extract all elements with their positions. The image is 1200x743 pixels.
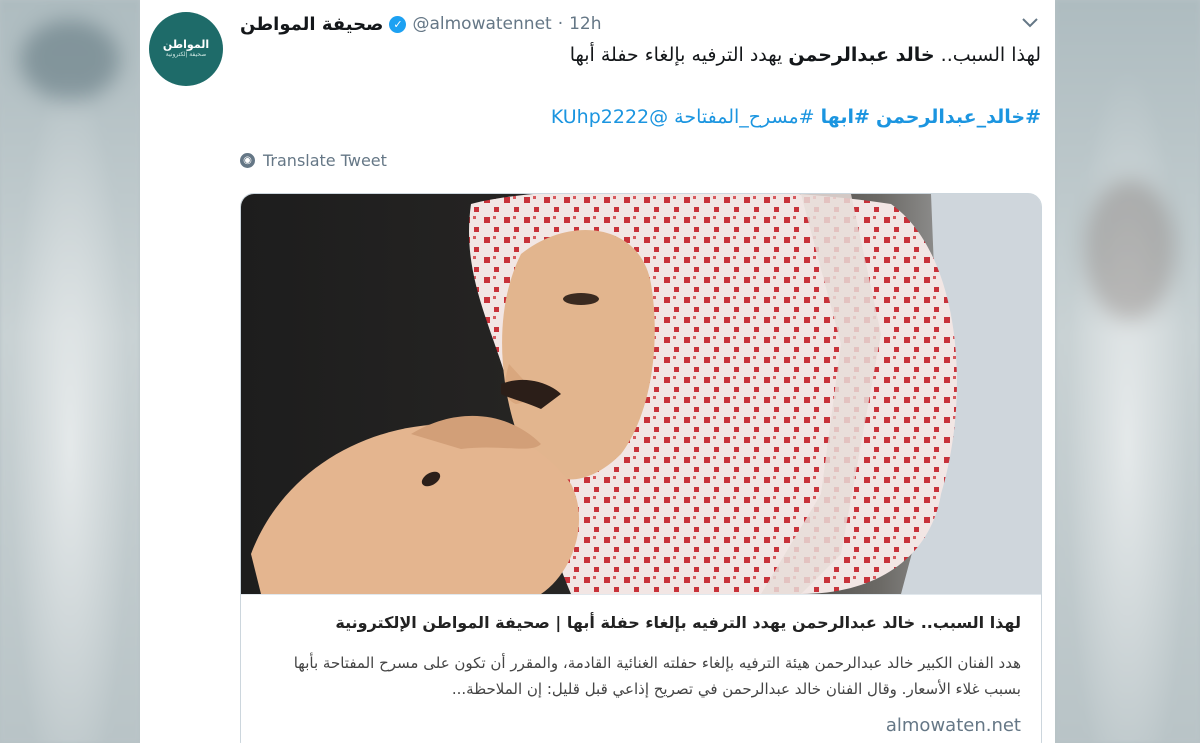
globe-icon: ◉ (240, 153, 255, 168)
tweet-hashtags-line: #خالد_عبدالرحمن #ابها #مسرح_المفتاحة @KU… (551, 106, 1041, 128)
separator: · (557, 14, 564, 34)
hashtag-link[interactable]: #مسرح_المفتاحة (674, 106, 814, 128)
translate-tweet-link[interactable]: ◉ Translate Tweet (240, 151, 387, 170)
link-card-title[interactable]: لهذا السبب.. خالد عبدالرحمن يهدد الترفيه… (335, 613, 1021, 632)
avatar[interactable]: المواطن صحيفة إلكترونية (149, 12, 223, 86)
tweet-text-line-1: لهذا السبب.. خالد عبدالرحمن يهدد الترفيه… (570, 44, 1041, 66)
verified-badge-icon: ✓ (389, 15, 407, 33)
hashtag-link[interactable]: #خالد_عبدالرحمن (876, 106, 1041, 128)
tweet-time[interactable]: 12h (569, 14, 601, 34)
display-name[interactable]: صحيفة المواطن (240, 14, 383, 35)
portrait-photo (241, 194, 1041, 594)
tweet-card[interactable]: المواطن صحيفة إلكترونية صحيفة المواطن ✓ … (140, 0, 1055, 743)
tweet-text-suffix: يهدد الترفيه بإلغاء حفلة أبها (569, 44, 789, 66)
link-card-domain[interactable]: almowaten.net (886, 715, 1021, 736)
tweet-header: صحيفة المواطن ✓ @almowatennet · 12h (240, 10, 1020, 38)
avatar-logo-text: المواطن (162, 38, 210, 51)
mention-link[interactable]: @KUhp2222 (551, 106, 668, 128)
user-handle[interactable]: @almowatennet (412, 14, 551, 34)
translate-label: Translate Tweet (263, 151, 387, 170)
link-card-body: لهذا السبب.. خالد عبدالرحمن يهدد الترفيه… (241, 594, 1041, 743)
chevron-down-icon[interactable] (1019, 12, 1041, 34)
link-card-description: هدد الفنان الكبير خالد عبدالرحمن هيئة ال… (293, 654, 1021, 698)
blurred-background-right (1055, 0, 1200, 743)
hashtag-link[interactable]: #ابها (821, 106, 870, 128)
tweet-text-prefix: لهذا السبب.. (934, 44, 1041, 66)
blurred-background-left (0, 0, 140, 743)
avatar-logo-subtext: صحيفة إلكترونية (165, 51, 207, 58)
link-preview-card[interactable]: لهذا السبب.. خالد عبدالرحمن يهدد الترفيه… (240, 193, 1042, 743)
tweet-text-bold-name: خالد عبدالرحمن (788, 44, 935, 66)
